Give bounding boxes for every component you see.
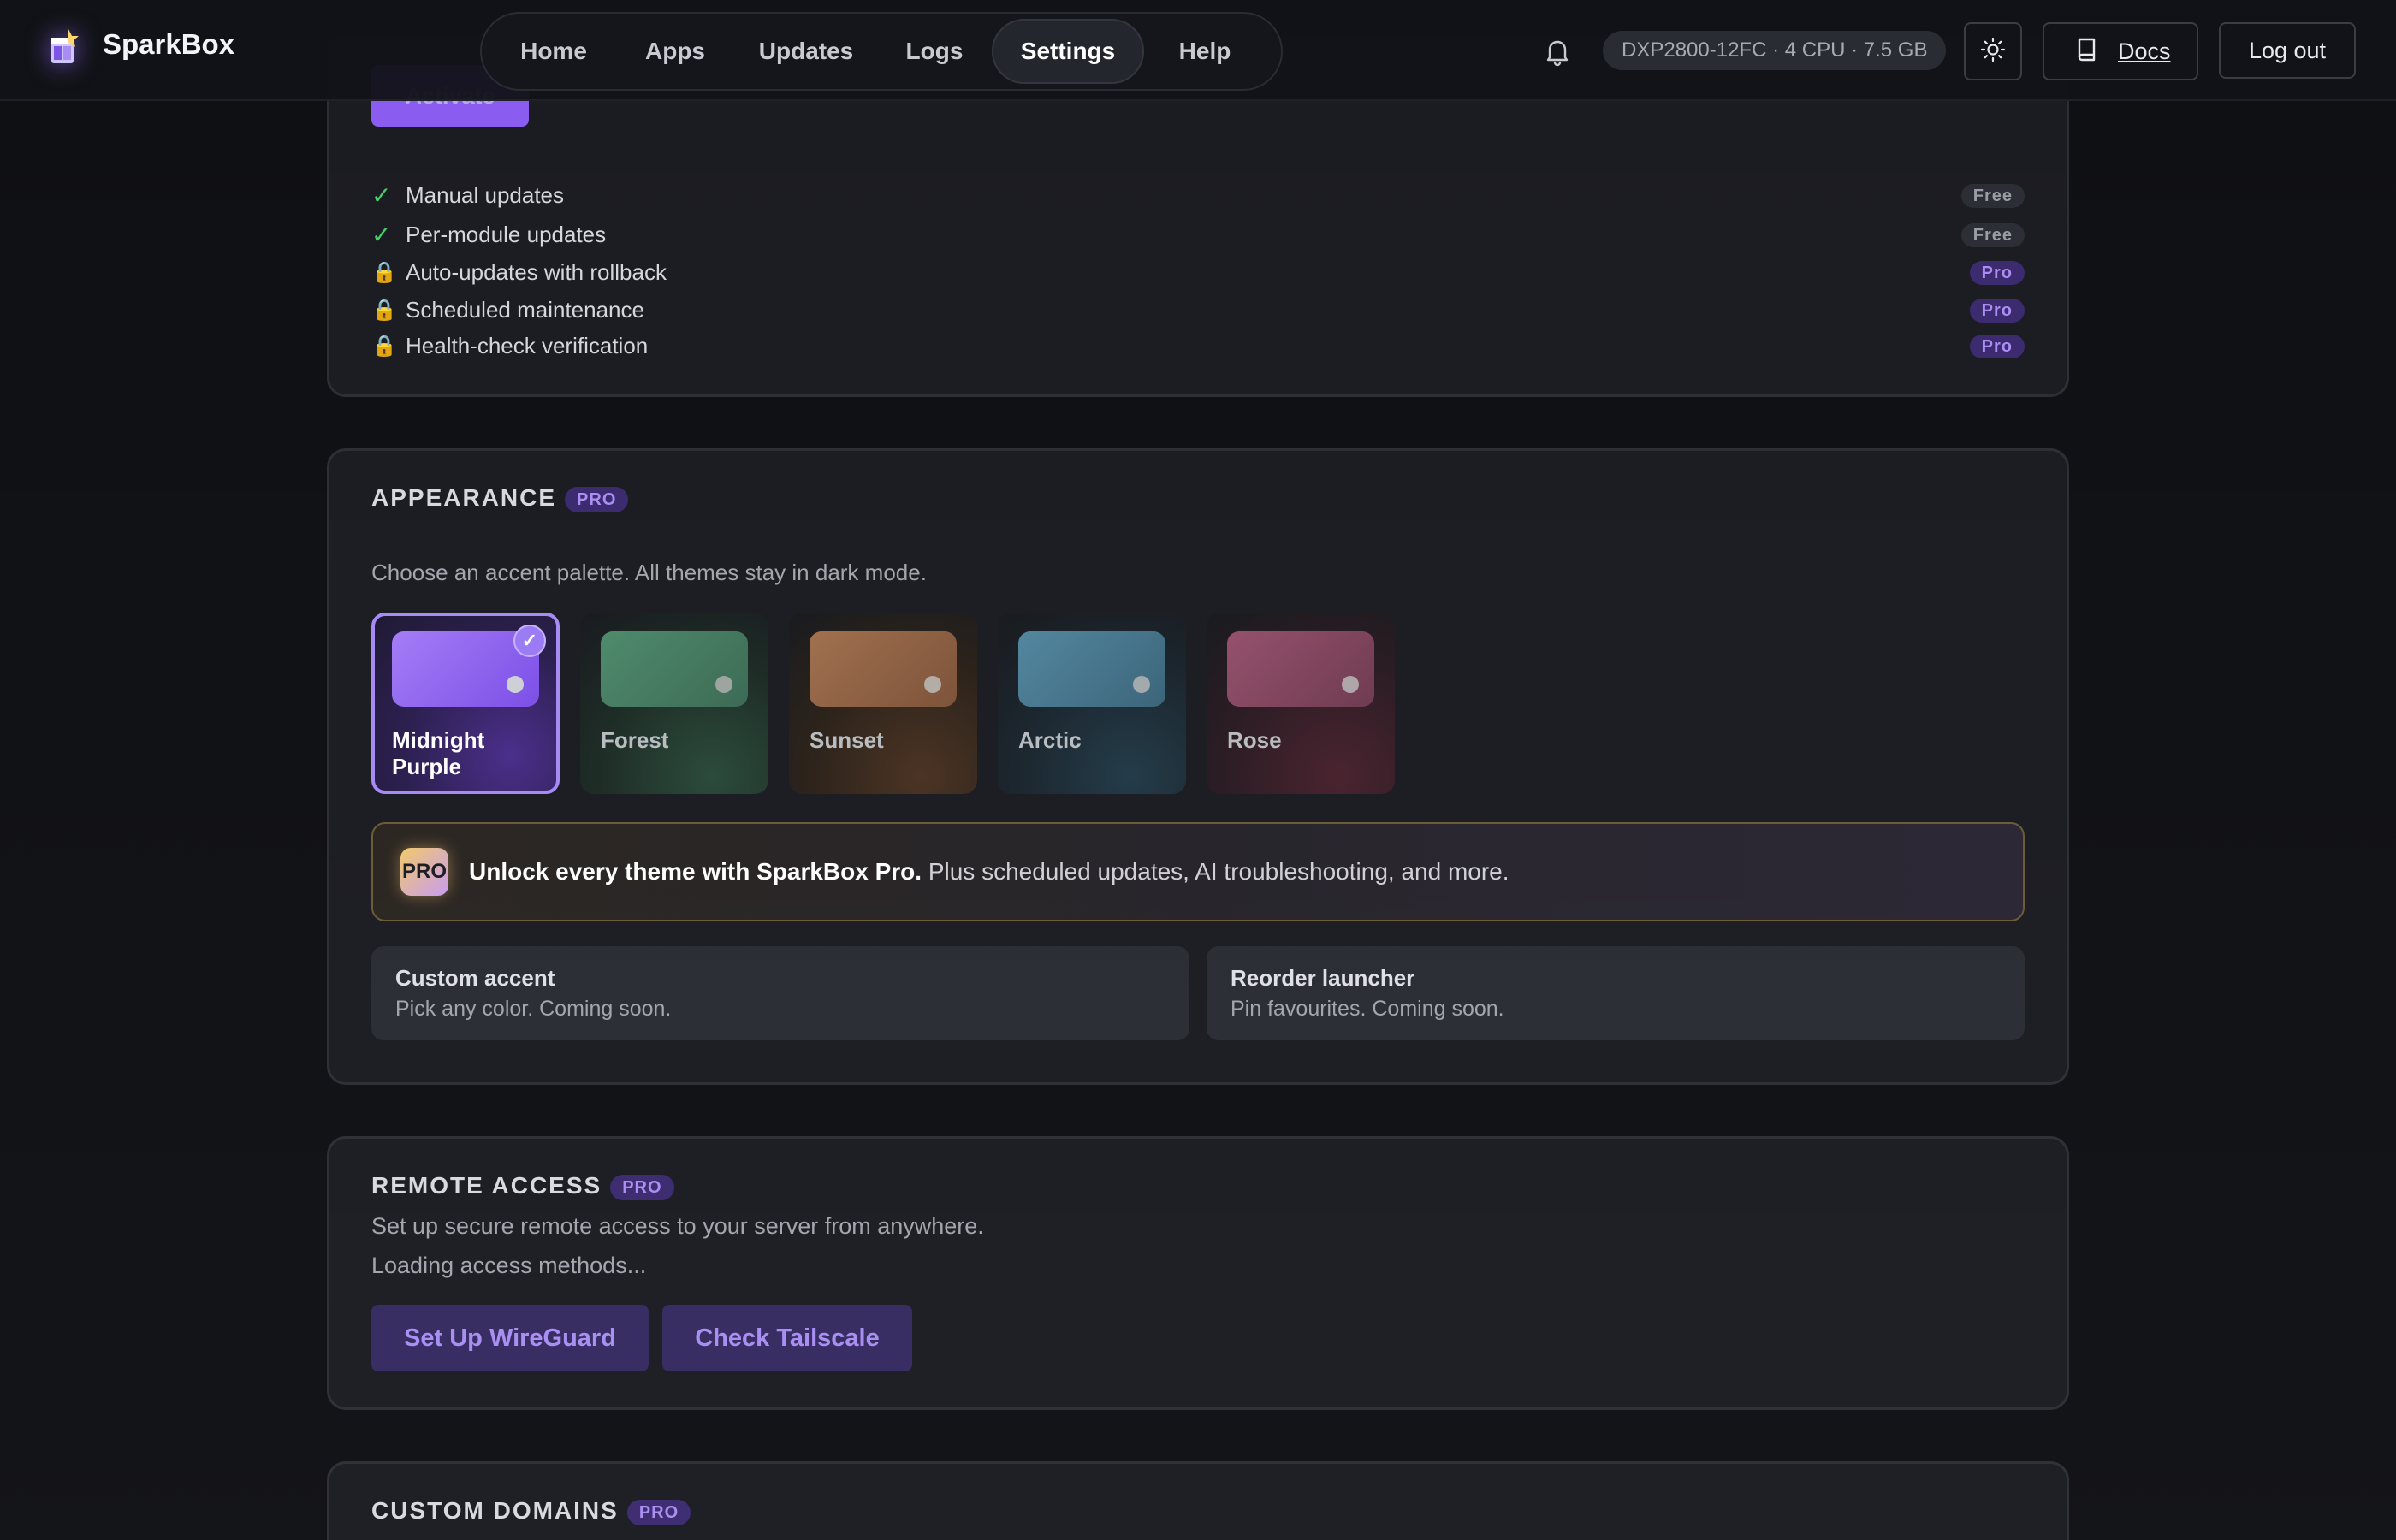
lock-icon: 🔒 (371, 334, 397, 358)
docs-label: Docs (2118, 38, 2171, 64)
theme-preview (1018, 631, 1165, 707)
nav-home[interactable]: Home (499, 19, 608, 84)
docs-button[interactable]: Docs (2043, 22, 2198, 80)
promo-headline: Unlock every theme with SparkBox Pro. (469, 858, 922, 885)
sun-icon (1979, 36, 2007, 68)
check-tailscale-button[interactable]: Check Tailscale (662, 1305, 912, 1371)
pro-badge-icon: PRO (400, 848, 448, 896)
reorder-launcher-card: Reorder launcher Pin favourites. Coming … (1207, 946, 2025, 1040)
section-title-text: APPEARANCE (371, 484, 557, 511)
theme-option-forest[interactable]: Forest (580, 613, 768, 794)
theme-option-arctic[interactable]: Arctic (998, 613, 1186, 794)
feature-row: ✓ Manual updates Free (371, 178, 2025, 212)
custom-domains-title: CUSTOM DOMAINS PRO (371, 1497, 691, 1525)
lock-icon: 🔒 (371, 298, 397, 322)
logout-button[interactable]: Log out (2219, 22, 2356, 79)
remote-access-title: REMOTE ACCESS PRO (371, 1172, 674, 1200)
theme-option-sunset[interactable]: Sunset (789, 613, 977, 794)
custom-accent-title: Custom accent (395, 965, 555, 991)
theme-name: Arctic (1018, 727, 1082, 753)
check-icon: ✓ (371, 181, 392, 209)
pro-badge: PRO (565, 486, 629, 512)
remote-access-description: Set up secure remote access to your serv… (371, 1213, 984, 1239)
feature-row: 🔒 Scheduled maintenance Pro (371, 293, 2025, 327)
promo-text: Unlock every theme with SparkBox Pro. Pl… (469, 858, 1509, 886)
tier-badge: Free (1960, 223, 2025, 247)
toggle-dot (1342, 676, 1359, 693)
selected-check-icon: ✓ (513, 625, 546, 657)
theme-preview (810, 631, 957, 707)
feature-label: Health-check verification (406, 332, 649, 358)
custom-accent-card: Custom accent Pick any color. Coming soo… (371, 946, 1189, 1040)
main-nav: Home Apps Updates Logs Settings Help (480, 12, 1283, 91)
pro-badge: PRO (610, 1174, 674, 1200)
nav-updates[interactable]: Updates (742, 19, 870, 84)
book-icon (2075, 36, 2099, 68)
toggle-dot (507, 676, 524, 693)
toggle-dot (1133, 676, 1150, 693)
system-info-badge: DXP2800-12FC · 4 CPU · 7.5 GB (1603, 31, 1947, 70)
tier-badge: Free (1960, 184, 2025, 208)
remote-access-status: Loading access methods... (371, 1253, 647, 1278)
appearance-description: Choose an accent palette. All themes sta… (371, 560, 927, 585)
brand-name: SparkBox (103, 28, 235, 60)
feature-label: Per-module updates (406, 221, 607, 247)
bell-icon[interactable] (1540, 34, 1575, 68)
brand[interactable]: SparkBox (43, 26, 234, 68)
theme-name: Forest (601, 727, 669, 753)
feature-row: 🔒 Health-check verification Pro (371, 329, 2025, 363)
tier-badge: Pro (1969, 261, 2025, 285)
promo-body: Plus scheduled updates, AI troubleshooti… (922, 858, 1509, 885)
feature-label: Scheduled maintenance (406, 296, 644, 323)
tier-badge: Pro (1969, 335, 2025, 358)
check-icon: ✓ (371, 221, 392, 248)
reorder-launcher-title: Reorder launcher (1231, 965, 1415, 991)
custom-accent-subtitle: Pick any color. Coming soon. (395, 997, 672, 1021)
feature-row: ✓ Per-module updates Free (371, 217, 2025, 252)
theme-option-rose[interactable]: Rose (1207, 613, 1395, 794)
theme-preview (1227, 631, 1374, 707)
tier-badge: Pro (1969, 299, 2025, 323)
nav-apps[interactable]: Apps (620, 19, 730, 84)
appearance-title: APPEARANCE PRO (371, 484, 629, 512)
theme-name: Sunset (810, 727, 884, 753)
lock-icon: 🔒 (371, 260, 397, 284)
sparkbox-logo-icon (43, 26, 86, 68)
theme-toggle-button[interactable] (1964, 22, 2022, 80)
top-bar: SparkBox Home Apps Updates Logs Settings… (0, 0, 2396, 101)
feature-label: Auto-updates with rollback (406, 258, 667, 285)
nav-logs[interactable]: Logs (882, 19, 987, 84)
toggle-dot (715, 676, 732, 693)
setup-wireguard-button[interactable]: Set Up WireGuard (371, 1305, 649, 1371)
theme-name: Rose (1227, 727, 1282, 753)
feature-row: 🔒 Auto-updates with rollback Pro (371, 255, 2025, 289)
nav-help[interactable]: Help (1149, 19, 1260, 84)
theme-name: Midnight Purple (392, 727, 485, 779)
section-title-text: REMOTE ACCESS (371, 1172, 602, 1199)
theme-preview (601, 631, 748, 707)
section-title-text: CUSTOM DOMAINS (371, 1497, 619, 1524)
nav-settings[interactable]: Settings (992, 19, 1144, 84)
pro-upsell-banner[interactable]: PRO Unlock every theme with SparkBox Pro… (371, 822, 2025, 921)
feature-label: Manual updates (406, 181, 565, 208)
reorder-launcher-subtitle: Pin favourites. Coming soon. (1231, 997, 1504, 1021)
toggle-dot (924, 676, 941, 693)
pro-badge: PRO (626, 1499, 691, 1525)
